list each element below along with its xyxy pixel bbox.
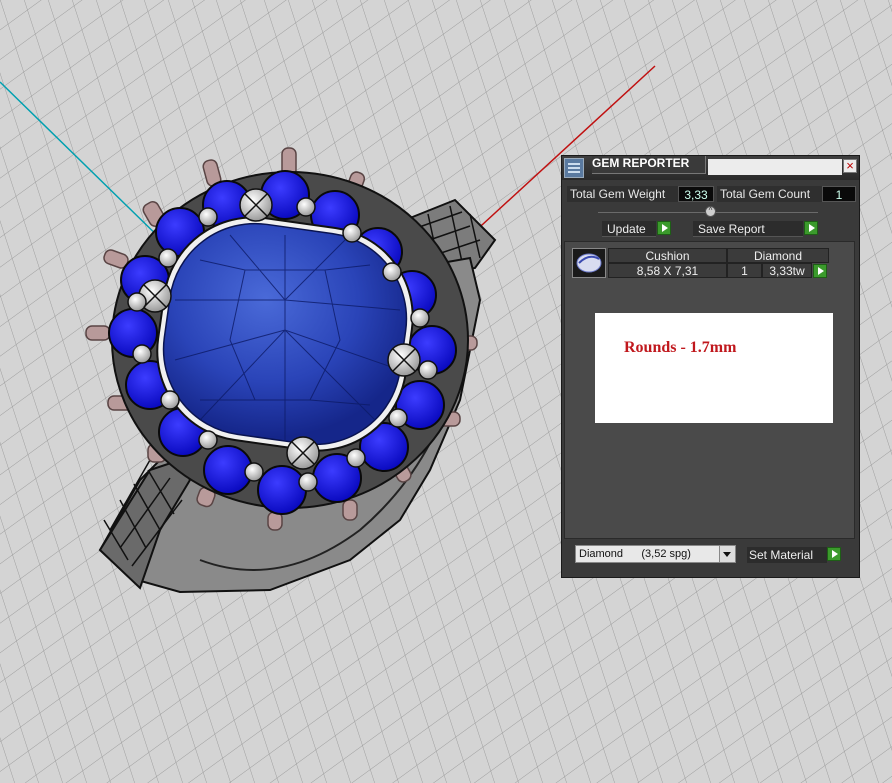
gem-row-play-arrow-icon[interactable]	[813, 264, 827, 278]
gem-material-cell: Diamond	[727, 248, 829, 263]
save-report-button[interactable]: Save Report	[693, 221, 803, 237]
gem-weight-cell: 3,33tw	[762, 263, 812, 278]
update-play-arrow-icon[interactable]	[657, 221, 671, 235]
save-report-play-arrow-icon[interactable]	[804, 221, 818, 235]
gem-count-cell: 1	[727, 263, 762, 278]
update-button[interactable]: Update	[602, 221, 656, 237]
window-title: GEM REPORTER	[592, 156, 706, 174]
gem-size-cell: 8,58 X 7,31	[608, 263, 727, 278]
close-icon[interactable]: ×	[843, 159, 857, 173]
annotation-text: Rounds - 1.7mm	[624, 339, 737, 356]
titlebar-drag-area[interactable]	[708, 159, 842, 175]
total-gem-count-value: 1	[822, 186, 856, 202]
total-gem-count-label: Total Gem Count	[717, 186, 824, 202]
gem-reporter-app-icon	[564, 158, 584, 178]
total-gem-weight-label: Total Gem Weight	[567, 186, 678, 202]
cushion-gem-icon[interactable]	[572, 248, 606, 278]
gem-shape-cell: Cushion	[608, 248, 727, 263]
gem-reporter-titlebar[interactable]: GEM REPORTER ×	[562, 156, 859, 180]
gem-reporter-window[interactable]: GEM REPORTER × Total Gem Weight 3,33 Tot…	[561, 155, 860, 578]
set-material-play-arrow-icon[interactable]	[827, 547, 841, 561]
collapse-knob-icon[interactable]: ^	[705, 206, 716, 217]
material-select[interactable]: Diamond (3,52 spg)	[575, 545, 736, 563]
total-gem-weight-value: 3,33	[678, 186, 714, 202]
dropdown-arrow-icon[interactable]	[719, 546, 735, 562]
set-material-button[interactable]: Set Material	[747, 547, 827, 563]
annotation-box: Rounds - 1.7mm	[595, 313, 833, 423]
material-select-value: Diamond (3,52 spg)	[579, 548, 691, 560]
